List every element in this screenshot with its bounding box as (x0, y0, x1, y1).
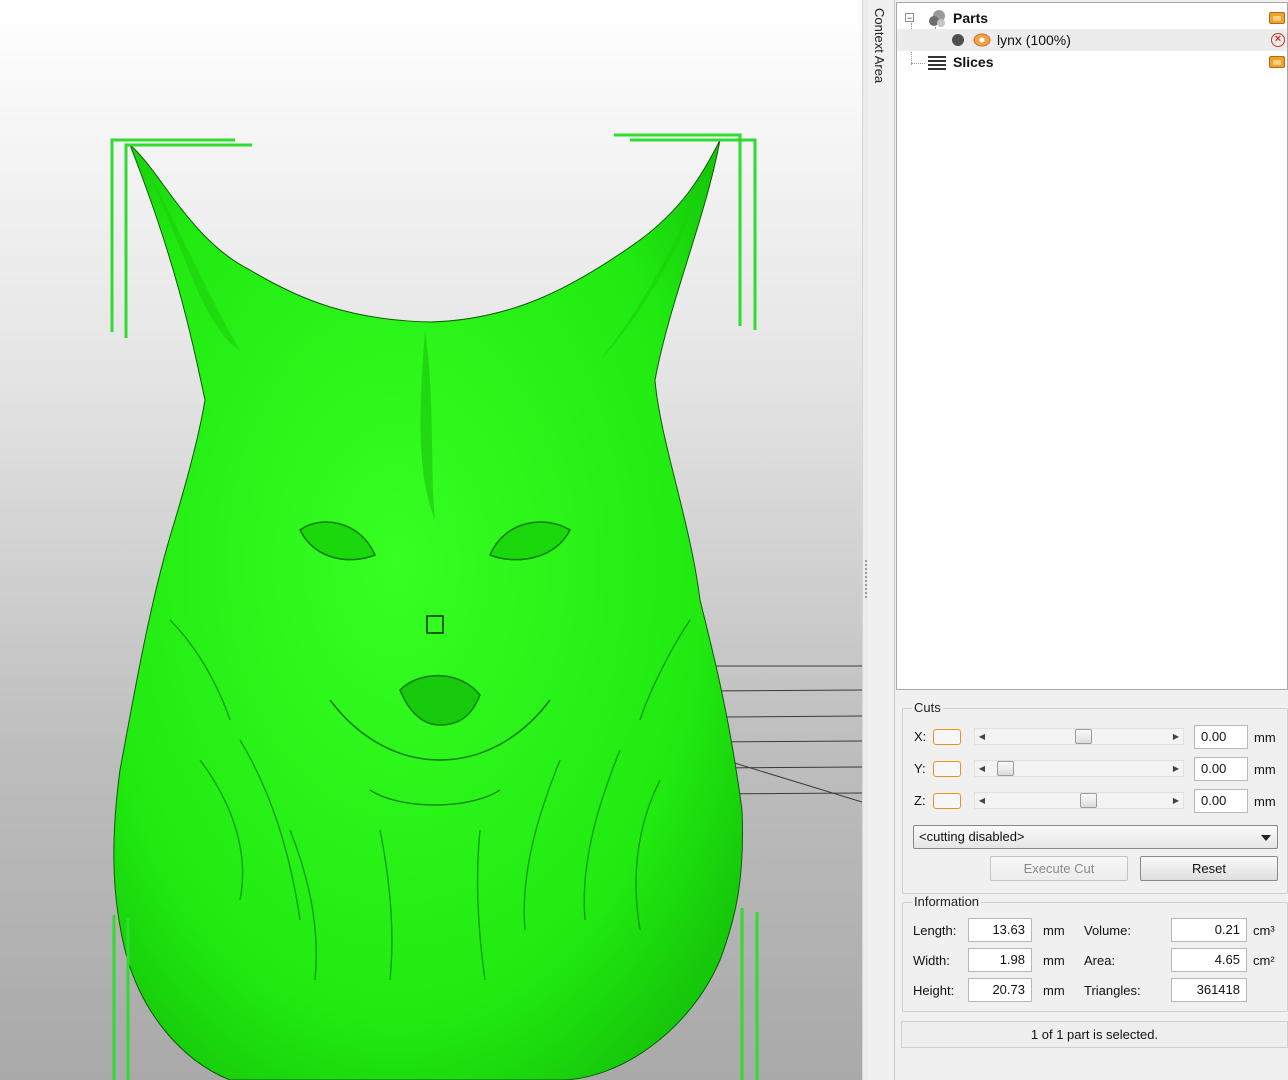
length-value: 13.63 (968, 918, 1032, 942)
splitter-grip[interactable] (865, 560, 867, 600)
volume-unit: cm³ (1253, 923, 1275, 938)
slices-label: Slices (953, 54, 994, 70)
volume-label: Volume: (1084, 923, 1131, 938)
cut-y-label: Y: (914, 761, 926, 776)
cut-x-label: X: (914, 729, 927, 744)
part-item-label: lynx (100%) (997, 32, 1071, 48)
cut-x-slider-thumb[interactable] (1075, 729, 1093, 744)
parts-tree[interactable]: − Parts lynx (100%) × Slices (896, 2, 1288, 690)
reset-button[interactable]: Reset (1140, 856, 1278, 881)
cuts-title: Cuts (912, 700, 943, 715)
width-value: 1.98 (968, 948, 1032, 972)
execute-cut-button[interactable]: Execute Cut (990, 856, 1128, 881)
height-value: 20.73 (968, 978, 1032, 1002)
tree-item-lynx[interactable]: lynx (100%) × (897, 29, 1287, 51)
slider-right-arrow-icon[interactable]: ▶ (1169, 793, 1183, 808)
open-folder-icon[interactable] (1269, 56, 1285, 68)
cut-x-input[interactable]: 0.00 (1194, 725, 1248, 749)
cut-y-color-swatch[interactable] (933, 761, 961, 777)
width-unit: mm (1043, 953, 1065, 968)
cut-y-slider[interactable]: ◀ ▶ (974, 760, 1184, 777)
collapse-toggle[interactable]: − (905, 13, 914, 23)
chevron-down-icon (1261, 835, 1271, 841)
area-label: Area: (1084, 953, 1116, 968)
slider-left-arrow-icon[interactable]: ◀ (975, 729, 989, 744)
parts-label: Parts (953, 10, 989, 26)
slider-left-arrow-icon[interactable]: ◀ (975, 793, 989, 808)
length-label: Length: (913, 923, 957, 938)
tree-item-slices[interactable]: Slices (897, 51, 1287, 73)
height-label: Height: (913, 983, 955, 998)
cut-y-slider-thumb[interactable] (997, 761, 1015, 776)
slider-left-arrow-icon[interactable]: ◀ (975, 761, 989, 776)
context-area-tab[interactable]: Context Area (868, 0, 895, 1080)
cut-y-input[interactable]: 0.00 (1194, 757, 1248, 781)
cut-mode-value: <cutting disabled> (919, 829, 1025, 844)
cut-z-input[interactable]: 0.00 (1194, 789, 1248, 813)
lynx-model-render[interactable] (0, 0, 862, 1080)
eye-icon[interactable] (973, 32, 991, 48)
height-unit: mm (1043, 983, 1065, 998)
cut-x-slider[interactable]: ◀ ▶ (974, 728, 1184, 745)
volume-value: 0.21 (1171, 918, 1247, 942)
cut-x-unit: mm (1254, 730, 1276, 745)
cut-z-unit: mm (1254, 794, 1276, 809)
lynx-head-shape (113, 139, 743, 1080)
cut-y-unit: mm (1254, 762, 1276, 777)
context-area-label: Context Area (872, 8, 887, 84)
open-folder-icon[interactable] (1269, 12, 1285, 24)
slices-icon (928, 56, 946, 70)
slider-right-arrow-icon[interactable]: ▶ (1169, 729, 1183, 744)
triangles-label: Triangles: (1084, 983, 1141, 998)
triangles-value: 361418 (1171, 978, 1247, 1002)
cut-mode-select[interactable]: <cutting disabled> (913, 825, 1278, 849)
cut-z-slider[interactable]: ◀ ▶ (974, 792, 1184, 809)
area-unit: cm² (1253, 953, 1275, 968)
information-title: Information (912, 894, 982, 909)
3d-viewport[interactable] (0, 0, 862, 1080)
parts-icon (929, 10, 945, 27)
cut-z-slider-thumb[interactable] (1080, 793, 1098, 808)
area-value: 4.65 (1171, 948, 1247, 972)
cut-z-label: Z: (914, 793, 926, 808)
tree-item-parts[interactable]: − Parts (897, 7, 1287, 29)
slider-right-arrow-icon[interactable]: ▶ (1169, 761, 1183, 776)
width-label: Width: (913, 953, 950, 968)
status-bar: 1 of 1 part is selected. (901, 1021, 1288, 1048)
visibility-dot-icon[interactable] (951, 33, 965, 47)
length-unit: mm (1043, 923, 1065, 938)
remove-part-icon[interactable]: × (1271, 33, 1285, 47)
cut-z-color-swatch[interactable] (933, 793, 961, 809)
cut-x-color-swatch[interactable] (933, 729, 961, 745)
